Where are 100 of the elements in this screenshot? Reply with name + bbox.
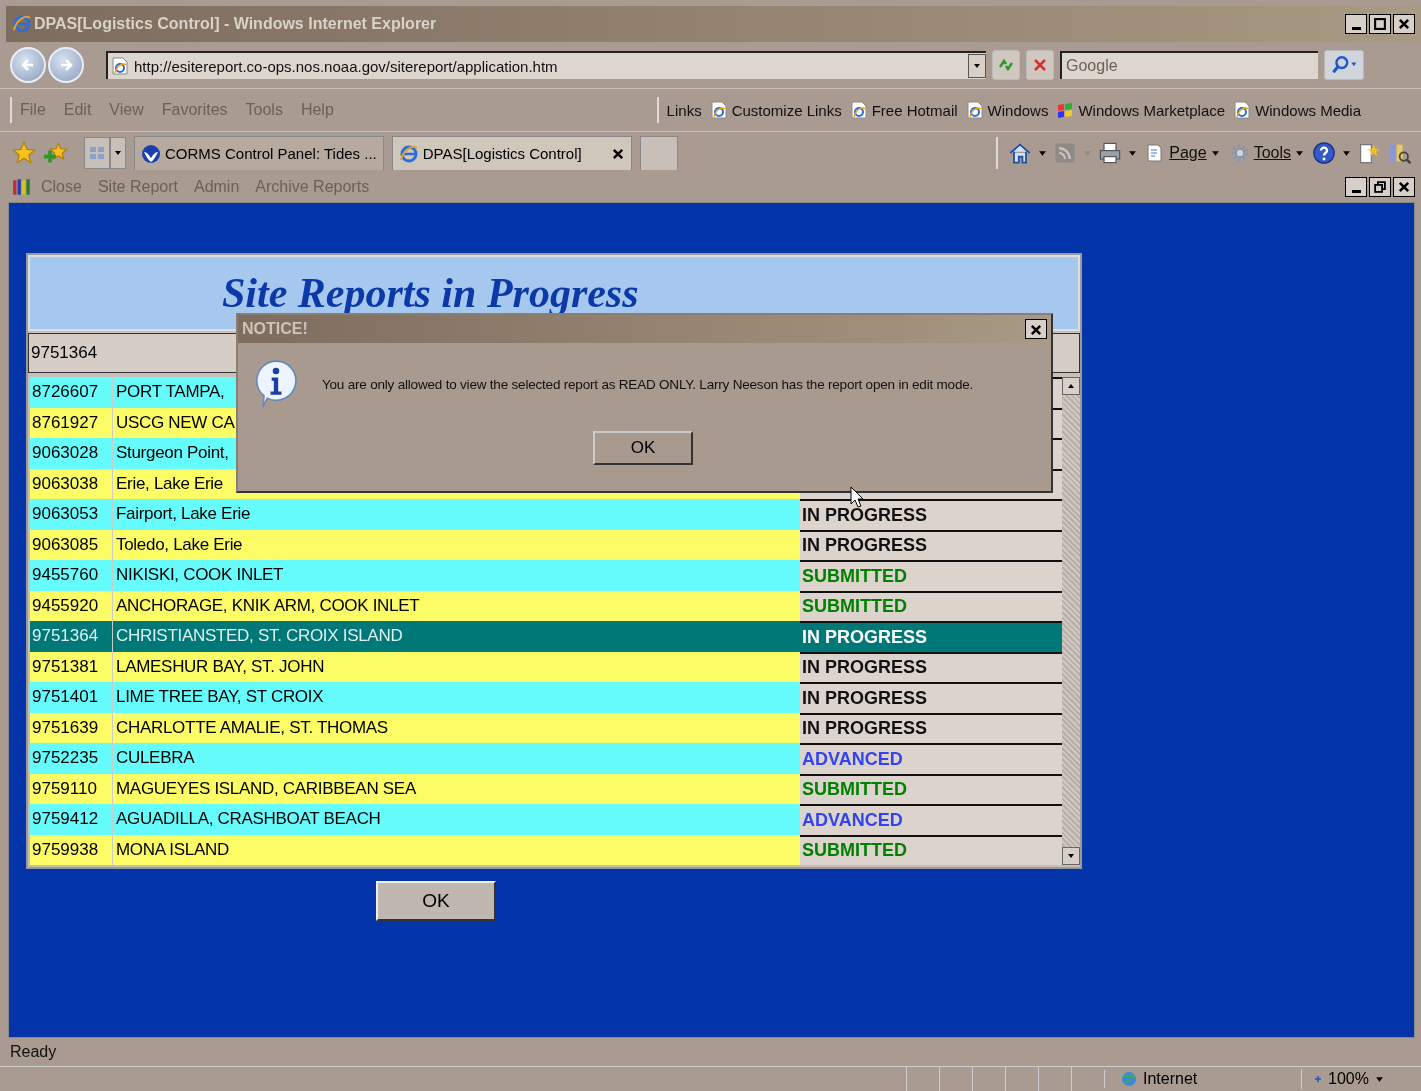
link-item[interactable]: Free Hotmail	[850, 101, 958, 119]
station-name-cell: LIME TREE BAY, ST CROIX	[116, 687, 324, 708]
close-icon	[1397, 180, 1411, 194]
app-logo-icon	[12, 177, 32, 197]
link-item[interactable]: Customize Links	[710, 101, 842, 119]
close-button[interactable]	[1393, 177, 1415, 197]
tab-list-button[interactable]	[110, 137, 126, 169]
status-cell: SUBMITTED	[800, 560, 1062, 591]
table-row[interactable]: 9759938 MONA ISLAND SUBMITTED	[30, 834, 1062, 865]
window-title: DPAS[Logistics Control] - Windows Internet Explorer	[34, 15, 438, 33]
status-cell: SUBMITTED	[800, 773, 1062, 804]
close-button[interactable]	[1393, 14, 1415, 34]
address-field[interactable]: http://esitereport.co-ops.nos.noaa.gov/sitereport/application.htm	[106, 51, 986, 79]
ok-button[interactable]: OK	[593, 431, 693, 465]
browser-tab[interactable]: DPAS[Logistics Control]	[391, 136, 632, 170]
station-name-cell: AGUADILLA, CRASHBOAT BEACH	[116, 809, 381, 830]
station-id-cell: 9455760	[30, 560, 113, 591]
scrollbar[interactable]	[1062, 377, 1080, 865]
table-row[interactable]: 9759110 MAGUEYES ISLAND, CARIBBEAN SEA SUBMITTED	[30, 773, 1062, 804]
page-icon	[710, 101, 727, 119]
ok-button[interactable]: OK	[376, 881, 496, 921]
station-name-cell: Sturgeon Point,	[116, 443, 229, 464]
maximize-button[interactable]	[1369, 14, 1391, 34]
table-row[interactable]: 9063053 Fairport, Lake Erie IN PROGRESS	[30, 499, 1062, 530]
caret-icon	[1210, 148, 1220, 158]
links-label: Links	[666, 101, 702, 119]
table-row[interactable]: 9759412 AGUADILLA, CRASHBOAT BEACH ADVANCED	[30, 804, 1062, 835]
caret-icon	[973, 62, 981, 70]
close-button[interactable]	[1025, 319, 1047, 339]
table-row[interactable]: 9751639 CHARLOTTE AMALIE, ST. THOMAS IN PROGRESS	[30, 712, 1062, 743]
security-zone: Internet	[1143, 1070, 1198, 1088]
forward-button[interactable]	[48, 47, 84, 83]
station-id-cell: 9759412	[30, 804, 113, 835]
ie-logo-icon	[398, 143, 419, 164]
caret-icon	[1083, 148, 1093, 158]
status-cell: SUBMITTED	[800, 834, 1062, 865]
status-cell: IN PROGRESS	[800, 529, 1062, 560]
back-button[interactable]	[10, 47, 46, 83]
command-button[interactable]: Page	[1143, 143, 1222, 163]
station-id-cell: 9759938	[30, 834, 113, 865]
bird-emblem-icon	[141, 143, 161, 164]
table-row[interactable]: 9751381 LAMESHUR BAY, ST. JOHN IN PROGRESS	[30, 651, 1062, 682]
station-name-cell: Toledo, Lake Erie	[116, 534, 243, 555]
minimize-icon	[1351, 26, 1361, 30]
table-row[interactable]: 9751364 CHRISTIANSTED, ST. CROIX ISLAND IN PROGRESS	[30, 621, 1062, 652]
page-icon	[966, 101, 983, 119]
help-icon[interactable]	[1312, 141, 1336, 165]
status-cell: ADVANCED	[800, 743, 1062, 774]
status-cell: IN PROGRESS	[800, 499, 1062, 530]
sparkle-page-icon[interactable]	[1357, 141, 1381, 165]
station-id-cell: 8726607	[30, 377, 113, 408]
printer-icon[interactable]	[1098, 141, 1123, 165]
zoom-control[interactable]: 100%	[1301, 1069, 1421, 1089]
stop-button[interactable]	[1026, 50, 1054, 80]
close-icon	[1397, 17, 1411, 31]
minimize-button[interactable]	[1345, 14, 1367, 34]
station-name-cell: Fairport, Lake Erie	[116, 504, 251, 525]
caret-icon	[1067, 852, 1075, 860]
status-cell: SUBMITTED	[800, 590, 1062, 621]
search-field[interactable]: Google	[1060, 51, 1318, 79]
dialog-message: You are only allowed to view the selected report as READ ONLY. Larry Neeson has the report open in edit mode.	[322, 376, 974, 392]
table-row[interactable]: 9063085 Toledo, Lake Erie IN PROGRESS	[30, 529, 1062, 560]
restore-icon	[1373, 180, 1387, 194]
add-star-icon[interactable]	[44, 141, 68, 165]
station-id-cell: 9063053	[30, 499, 113, 530]
station-name-cell: MAGUEYES ISLAND, CARIBBEAN SEA	[116, 778, 416, 799]
status-cell: IN PROGRESS	[800, 651, 1062, 682]
page-icon	[850, 101, 867, 119]
link-item[interactable]: Windows Media	[1234, 101, 1361, 119]
home-icon[interactable]	[1008, 141, 1033, 165]
status-text: Ready	[0, 1038, 1421, 1067]
station-name-cell: CHRISTIANSTED, ST. CROIX ISLAND	[116, 626, 403, 647]
minimize-button[interactable]	[1345, 177, 1367, 197]
link-item[interactable]: Windows	[966, 101, 1049, 119]
minimize-icon	[1351, 189, 1361, 193]
close-icon	[1029, 323, 1043, 337]
page-icon	[112, 57, 128, 75]
table-row[interactable]: 9752235 CULEBRA ADVANCED	[30, 743, 1062, 774]
table-row[interactable]: 9455920 ANCHORAGE, KNIK ARM, COOK INLET SUBMITTED	[30, 590, 1062, 621]
info-icon	[254, 359, 298, 409]
table-row[interactable]: 9455760 NIKISKI, COOK INLET SUBMITTED	[30, 560, 1062, 591]
command-button[interactable]: Tools	[1227, 143, 1306, 163]
station-name-cell: USCG NEW CA	[116, 412, 235, 433]
search-button[interactable]	[1324, 50, 1364, 80]
status-cell: IN PROGRESS	[800, 712, 1062, 743]
caret-icon	[1038, 148, 1048, 158]
restore-button[interactable]	[1369, 177, 1391, 197]
link-item[interactable]: Windows Marketplace	[1057, 101, 1226, 119]
star-icon[interactable]	[12, 141, 36, 165]
station-name-cell: CHARLOTTE AMALIE, ST. THOMAS	[116, 717, 388, 738]
caret-icon	[1128, 148, 1138, 158]
close-tab-button[interactable]	[610, 146, 625, 161]
station-name-cell: Erie, Lake Erie	[116, 473, 223, 494]
table-row[interactable]: 9751401 LIME TREE BAY, ST CROIX IN PROGRESS	[30, 682, 1062, 713]
grid-icon	[89, 145, 105, 161]
browser-tab[interactable]: CORMS Control Panel: Tides ...	[134, 136, 384, 170]
flag-icon	[1057, 101, 1074, 119]
tab-label: CORMS Control Panel: Tides ...	[165, 145, 377, 162]
station-id-cell: 9063028	[30, 438, 113, 469]
station-name-cell: MONA ISLAND	[116, 839, 229, 860]
